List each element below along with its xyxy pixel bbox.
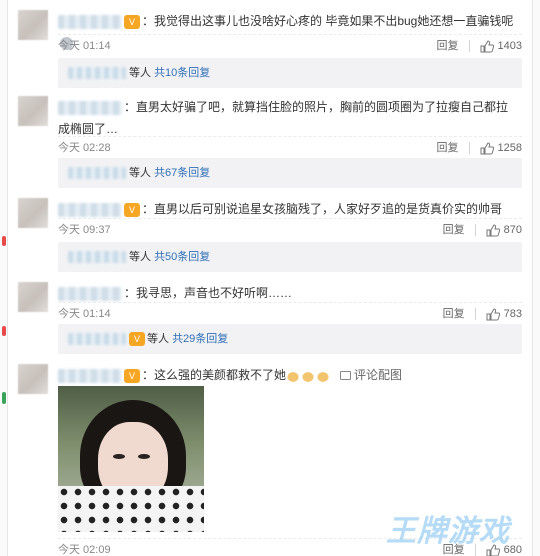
sub-replies-prefix: 等人 [129,67,151,79]
more-replies-link[interactable]: 共29条回复 [172,333,228,345]
comment-text: ：直男太好骗了吧，就算挡住脸的照片，胸前的圆项圈为了拉瘦自己都拉 [124,100,509,114]
timestamp: 今天 09:37 [58,224,111,236]
sub-replies-box: 等人 共67条回复 [58,158,522,188]
username[interactable] [58,202,122,217]
member-badge-icon: V [124,202,140,217]
like-count: 1258 [497,142,522,155]
comment-body: ：我寻思，声音也不好听啊…… [58,282,522,304]
username[interactable] [58,286,122,301]
right-frame [532,0,540,556]
comment-text-continued: 成椭圆了… [58,122,119,136]
username[interactable] [58,100,122,115]
comment-photo[interactable] [58,386,204,532]
avatar[interactable] [18,282,48,312]
reply-button[interactable]: 回复 [443,224,465,236]
member-badge-icon: V [124,14,140,29]
comment-body: ：直男太好骗了吧，就算挡住脸的照片，胸前的圆项圈为了拉瘦自己都拉 成椭圆了… [58,96,522,140]
sub-replies-prefix: 等人 [147,333,169,345]
username[interactable] [58,368,122,383]
reply-usernames [68,333,126,346]
avatar[interactable] [18,198,48,228]
comment-images-link[interactable]: 评论配图 [340,368,402,382]
sub-replies-box: 等人 共10条回复 [58,58,522,88]
comment-meta: 今天 02:28 回复 1258 [58,136,522,155]
comment-meta: 今天 01:14 回复 783 [58,302,522,321]
timestamp: 今天 02:09 [58,544,111,556]
thumbs-up-icon[interactable] [480,40,494,53]
timestamp: 今天 01:14 [58,308,111,320]
divider [474,308,476,321]
divider [474,224,476,237]
timestamp: 今天 02:28 [58,142,111,154]
comment-text: ：我寻思，声音也不好听啊…… [124,286,293,300]
reply-button[interactable]: 回复 [437,40,459,52]
like-count: 1403 [497,40,522,53]
sub-replies-box: V 等人 共29条回复 [58,324,522,354]
watermark-logo: 王牌游戏 [386,514,510,549]
thumbs-up-icon[interactable] [480,142,494,155]
sub-replies-prefix: 等人 [129,251,151,263]
avatar[interactable] [18,364,48,394]
username[interactable] [58,14,122,29]
timestamp: 今天 01:14 [58,40,111,52]
sub-replies-box: 等人 共50条回复 [58,242,522,272]
member-badge-icon: V [124,368,140,383]
edge-marker [2,392,6,404]
thumbs-up-icon[interactable] [486,308,500,321]
reply-button[interactable]: 回复 [437,142,459,154]
picture-icon [340,371,352,381]
comment-text: ：我觉得出这事儿也没啥好心疼的 毕竟如果不出bug她还想一直骗钱呢 [142,14,514,28]
divider [468,142,470,155]
reply-usernames [68,67,126,80]
reply-button[interactable]: 回复 [443,308,465,320]
reply-usernames [68,251,126,264]
comment-meta: 今天 01:14 回复 1403 [58,34,522,53]
avatar[interactable] [18,10,48,40]
pray-emoji-icon [286,369,333,382]
reply-usernames [68,167,126,180]
thumbs-up-icon[interactable] [486,224,500,237]
like-count: 783 [503,308,522,321]
more-replies-link[interactable]: 共10条回复 [154,67,210,79]
member-badge-icon: V [129,332,145,347]
sub-replies-prefix: 等人 [129,167,151,179]
comment-text: ：直男以后可别说追星女孩脑残了，人家好歹追的是货真价实的帅哥 [142,202,503,216]
divider [468,40,470,53]
more-replies-link[interactable]: 共67条回复 [154,167,210,179]
comment-images-label: 评论配图 [354,368,403,382]
comment-text: ：这么强的美颜都救不了她 [142,368,287,382]
avatar[interactable] [18,96,48,126]
left-frame [0,0,8,556]
comment-body: V ：这么强的美颜都救不了她 评论配图 [58,364,522,386]
like-count: 870 [503,224,522,237]
edge-marker [2,326,6,336]
edge-marker [2,236,6,246]
more-replies-link[interactable]: 共50条回复 [154,251,210,263]
comment-body: V ：直男以后可别说追星女孩脑残了，人家好歹追的是货真价实的帅哥 [58,198,522,220]
comment-meta: 今天 09:37 回复 870 [58,218,522,237]
